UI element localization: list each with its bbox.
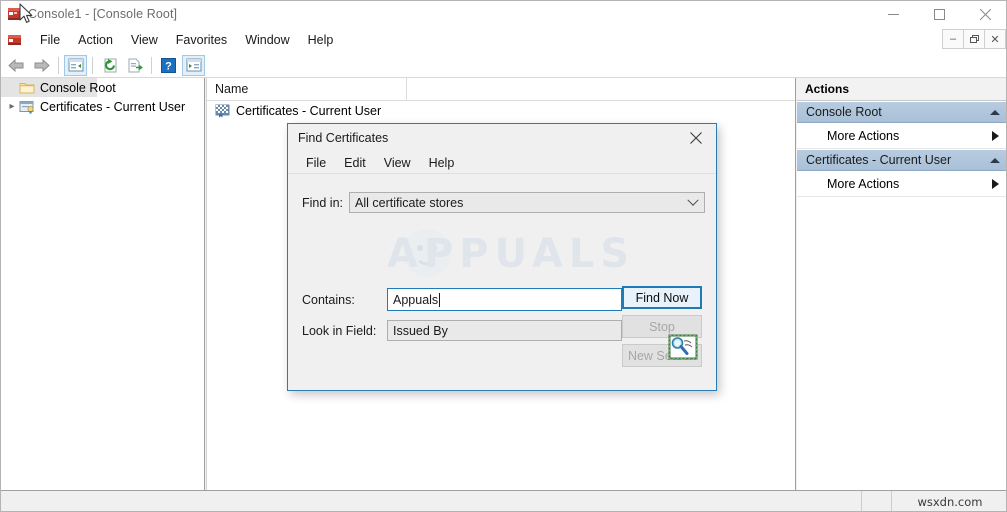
chevron-up-icon[interactable] bbox=[990, 109, 1000, 115]
toolbar-separator bbox=[151, 56, 152, 74]
window-controls bbox=[870, 1, 1006, 27]
certificate-icon bbox=[215, 104, 230, 118]
actions-pane: Actions Console Root More Actions Certif… bbox=[797, 78, 1006, 490]
mdi-restore-button[interactable] bbox=[963, 29, 985, 49]
mdi-window-controls: – ✕ bbox=[942, 29, 1006, 49]
dialog-menu-help[interactable]: Help bbox=[420, 154, 464, 172]
title-bar: Console1 - [Console Root] bbox=[1, 1, 1006, 27]
contains-row: Contains: Appuals bbox=[302, 288, 622, 311]
chevron-up-icon[interactable] bbox=[990, 157, 1000, 163]
toolbar: ? bbox=[1, 53, 1006, 78]
refresh-icon[interactable] bbox=[98, 55, 121, 76]
maximize-button[interactable] bbox=[916, 1, 962, 27]
toolbar-separator bbox=[92, 56, 93, 74]
show-hide-actions-icon[interactable] bbox=[182, 54, 205, 76]
find-in-row: Find in: All certificate stores bbox=[302, 192, 705, 213]
look-in-field-value: Issued By bbox=[393, 323, 448, 338]
close-button[interactable] bbox=[962, 1, 1006, 27]
status-cell bbox=[861, 491, 891, 511]
menu-bar: File Action View Favorites Window Help –… bbox=[1, 27, 1006, 53]
dialog-menu-edit[interactable]: Edit bbox=[335, 154, 375, 172]
menu-item-file[interactable]: File bbox=[31, 30, 69, 50]
tree-item-label: Certificates - Current User bbox=[40, 99, 186, 114]
chevron-down-icon bbox=[687, 194, 699, 206]
show-hide-tree-icon[interactable] bbox=[64, 54, 87, 76]
actions-group-certificates-current-user[interactable]: Certificates - Current User bbox=[797, 149, 1006, 171]
close-icon[interactable] bbox=[676, 124, 716, 152]
find-in-value: All certificate stores bbox=[355, 195, 464, 210]
action-item-label: More Actions bbox=[827, 176, 900, 191]
column-header-name[interactable]: Name bbox=[207, 78, 407, 101]
menu-item-window[interactable]: Window bbox=[236, 30, 298, 50]
export-list-icon[interactable] bbox=[123, 55, 146, 76]
find-certificates-icon bbox=[668, 334, 698, 360]
find-now-button[interactable]: Find Now bbox=[622, 286, 702, 309]
mmc-console-window: Console1 - [Console Root] File Action Vi… bbox=[0, 0, 1007, 512]
mdi-minimize-button[interactable]: – bbox=[942, 29, 964, 49]
menu-item-action[interactable]: Action bbox=[69, 30, 122, 50]
chevron-right-icon bbox=[992, 178, 999, 189]
tree-item-console-root[interactable]: Console Root bbox=[1, 78, 116, 97]
mdi-close-button[interactable]: ✕ bbox=[984, 29, 1006, 49]
action-item-label: More Actions bbox=[827, 128, 900, 143]
actions-group-console-root[interactable]: Console Root bbox=[797, 101, 1006, 123]
look-in-field-label: Look in Field: bbox=[302, 323, 377, 338]
text-caret bbox=[439, 292, 441, 307]
dialog-title-bar: Find Certificates bbox=[288, 124, 716, 152]
actions-pane-title: Actions bbox=[797, 78, 1006, 101]
menu-item-view[interactable]: View bbox=[122, 30, 167, 50]
list-header: Name bbox=[207, 78, 795, 101]
dialog-menu-bar: File Edit View Help bbox=[288, 152, 716, 173]
actions-group-label: Console Root bbox=[806, 105, 882, 119]
chevron-right-icon[interactable]: ▸ bbox=[5, 101, 19, 112]
actions-group-label: Certificates - Current User bbox=[806, 153, 952, 167]
find-in-select[interactable]: All certificate stores bbox=[349, 192, 705, 213]
forward-arrow-icon[interactable] bbox=[30, 55, 53, 76]
dialog-title: Find Certificates bbox=[298, 131, 389, 145]
menu-item-favorites[interactable]: Favorites bbox=[167, 30, 236, 50]
mouse-cursor bbox=[19, 3, 35, 28]
site-watermark: wsxdn.com bbox=[891, 491, 1006, 511]
toolbar-separator bbox=[58, 56, 59, 74]
look-in-field-row: Look in Field: Issued By bbox=[302, 320, 622, 341]
status-bar: wsxdn.com bbox=[1, 490, 1006, 511]
tree-item-certificates-current-user[interactable]: ▸ Certificates - Current User bbox=[1, 97, 204, 116]
look-in-field-select[interactable]: Issued By bbox=[387, 320, 622, 341]
contains-value: Appuals bbox=[393, 292, 439, 307]
list-item[interactable]: Certificates - Current User bbox=[207, 101, 795, 121]
mdi-console-icon bbox=[7, 32, 23, 48]
console-tree-pane: Console Root ▸ Certificates - Current Us… bbox=[1, 78, 205, 490]
folder-icon bbox=[19, 80, 35, 96]
action-item-more-actions[interactable]: More Actions bbox=[797, 123, 1006, 149]
dialog-body: Find in: All certificate stores Contains… bbox=[288, 173, 716, 390]
contains-label: Contains: bbox=[302, 292, 355, 307]
window-title: Console1 - [Console Root] bbox=[28, 7, 178, 21]
list-item-label: Certificates - Current User bbox=[236, 104, 382, 118]
find-in-label: Find in: bbox=[302, 195, 343, 210]
action-item-more-actions[interactable]: More Actions bbox=[797, 171, 1006, 197]
help-icon[interactable]: ? bbox=[157, 55, 180, 76]
menu-item-help[interactable]: Help bbox=[299, 30, 343, 50]
dialog-menu-view[interactable]: View bbox=[375, 154, 420, 172]
dialog-menu-file[interactable]: File bbox=[297, 154, 335, 172]
find-certificates-dialog: Find Certificates File Edit View Help Fi… bbox=[287, 123, 717, 391]
svg-text:?: ? bbox=[165, 60, 172, 72]
minimize-button[interactable] bbox=[870, 1, 916, 27]
contains-input[interactable]: Appuals bbox=[387, 288, 622, 311]
back-arrow-icon[interactable] bbox=[5, 55, 28, 76]
certificates-snapin-icon bbox=[19, 99, 35, 115]
tree-item-label: Console Root bbox=[40, 80, 116, 95]
chevron-right-icon bbox=[992, 130, 999, 141]
